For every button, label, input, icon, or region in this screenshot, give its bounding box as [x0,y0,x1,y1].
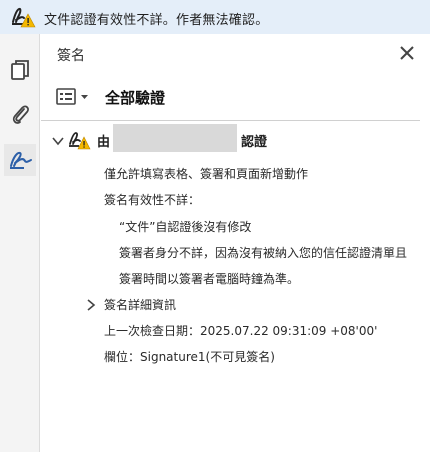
validity-item: “文件”自認證後沒有修改 [119,220,252,234]
warning-bar: 文件認證有效性不詳。作者無法確認。 [0,0,430,34]
permission-text: 僅允許填寫表格、簽署和頁面新增動作 [104,167,309,181]
signature-details-toggle[interactable]: 簽名詳細資訊 [104,296,176,313]
signature-panel-icon[interactable] [4,144,36,176]
signature-entry-header[interactable]: 由 認證 [41,124,430,152]
chevron-down-icon[interactable] [51,133,65,147]
chevron-right-icon[interactable] [85,297,97,311]
validity-item: 簽署時間以簽署者電腦時鐘為準。 [119,272,300,286]
redacted-signer-name [113,124,237,152]
left-tool-rail [0,34,40,452]
attachment-icon[interactable] [4,98,36,130]
last-checked-date: 上一次檢查日期：2025.07.22 09:31:09 +08'00' [104,324,378,338]
divider [41,120,420,121]
pages-icon[interactable] [4,54,36,86]
panel-title: 簽名 [57,48,85,64]
field-name: 欄位：Signature1(不可見簽名) [104,350,275,364]
signature-warning-icon [10,6,36,28]
validity-heading: 簽名有效性不詳： [104,193,201,207]
validity-item: 簽署者身分不詳，因為沒有被納入您的信任認證清單且 [119,246,408,260]
signature-warning-icon [67,130,91,150]
close-icon[interactable] [398,44,416,62]
certified-label: 認證 [241,135,268,150]
signatures-panel: 簽名 全部驗證 由 認證 僅允許填寫表格、簽署和頁面新增動作 簽名有效性不詳： … [41,34,430,452]
signed-by-label: 由 [97,135,111,150]
options-menu-icon[interactable] [55,86,95,108]
warning-message: 文件認證有效性不詳。作者無法確認。 [44,13,269,28]
verify-all-button[interactable]: 全部驗證 [105,87,165,108]
